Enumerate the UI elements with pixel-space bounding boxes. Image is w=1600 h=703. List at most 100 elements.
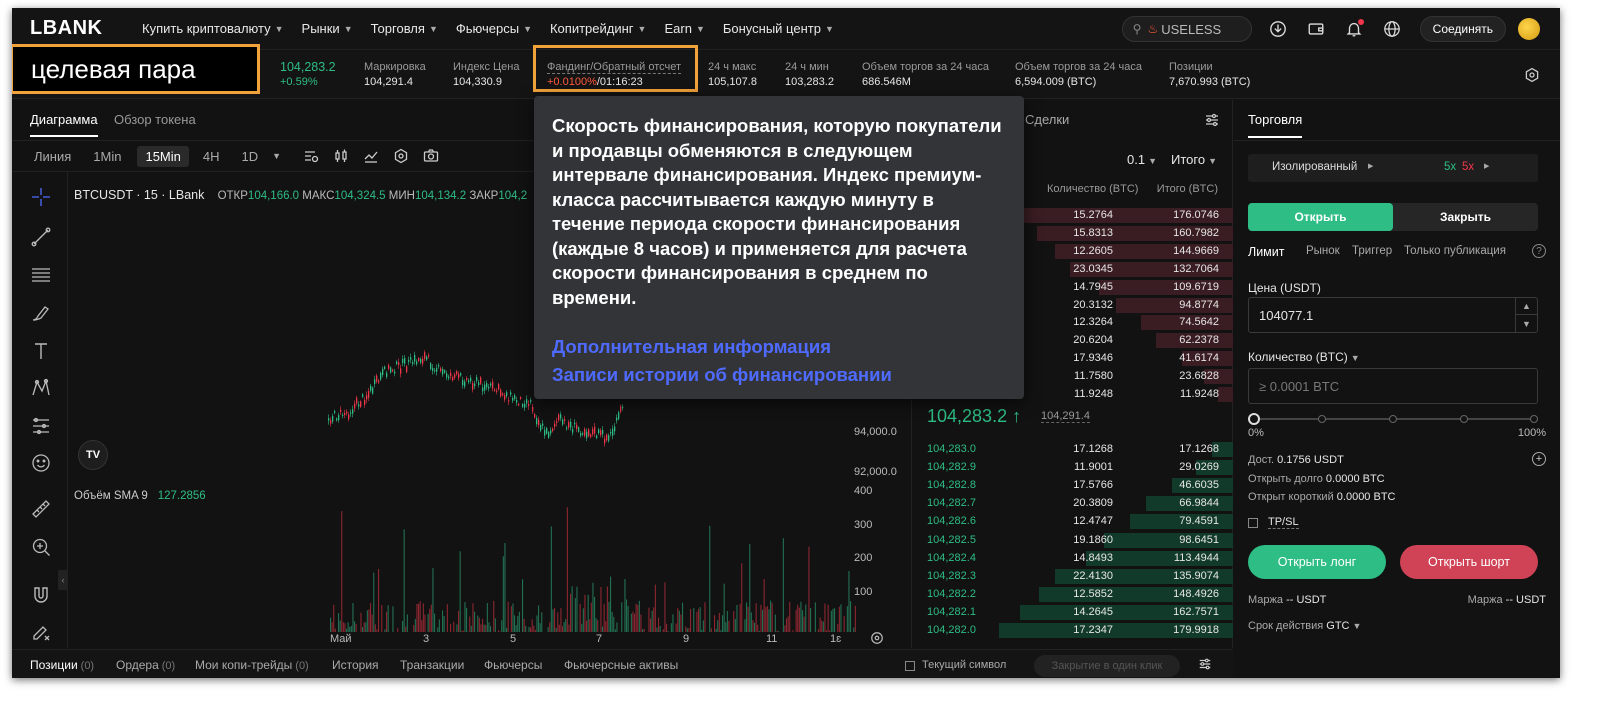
tpsl-label[interactable]: TP/SL xyxy=(1268,516,1299,529)
horizontal-lines-icon[interactable] xyxy=(30,264,52,286)
slider-handle[interactable] xyxy=(1248,413,1260,425)
globe-icon[interactable] xyxy=(1382,19,1402,39)
nav-buy-crypto[interactable]: Купить криптовалюту ▼ xyxy=(142,21,284,36)
trendline-icon[interactable] xyxy=(30,226,52,248)
nav-copytrading[interactable]: Копитрейдинг ▼ xyxy=(550,21,646,36)
funding-history-link[interactable]: Записи истории об финансировании xyxy=(552,361,1006,389)
chart-style-icon[interactable] xyxy=(363,148,379,164)
bid-row[interactable]: 104,282.5 19.1860 98.6451 xyxy=(913,532,1233,549)
order-type-trigger[interactable]: Триггер xyxy=(1352,245,1392,257)
help-icon[interactable]: ? xyxy=(1532,244,1546,258)
open-long-button[interactable]: Открыть лонг xyxy=(1248,545,1386,579)
leverage-short[interactable]: 5x xyxy=(1462,161,1474,173)
more-info-link[interactable]: Дополнительная информация xyxy=(552,333,1006,361)
slider-step[interactable] xyxy=(1460,415,1468,423)
trade-title[interactable]: Торговля xyxy=(1248,112,1303,138)
camera-icon[interactable] xyxy=(423,148,439,164)
bid-row[interactable]: 104,282.4 14.8493 113.4944 xyxy=(913,550,1233,567)
nav-trade[interactable]: Торговля ▼ xyxy=(371,21,438,36)
indicator-icon[interactable] xyxy=(303,148,319,164)
text-tool-icon[interactable] xyxy=(30,340,52,362)
bid-row[interactable]: 104,282.8 17.5766 46.6035 xyxy=(913,477,1233,494)
time-in-force[interactable]: Срок действия GTC ▼ xyxy=(1248,620,1361,632)
bid-row[interactable]: 104,282.2 12.5852 148.4926 xyxy=(913,586,1233,603)
slider-step[interactable] xyxy=(1318,415,1326,423)
bid-row[interactable]: 104,283.0 17.1268 17.1268 xyxy=(913,441,1233,458)
tf-1min[interactable]: 1Min xyxy=(93,149,121,164)
current-symbol-checkbox[interactable] xyxy=(905,661,915,671)
chart-axis-settings-icon[interactable] xyxy=(870,631,884,650)
tpsl-checkbox[interactable] xyxy=(1248,518,1258,528)
zoom-in-icon[interactable] xyxy=(30,536,52,558)
lbank-logo[interactable]: LBANK xyxy=(30,17,142,40)
quantity-input[interactable]: ≥ 0.0001 BTC xyxy=(1248,368,1538,404)
bid-row[interactable]: 104,282.0 17.2347 179.9918 xyxy=(913,622,1233,639)
stepper-up-icon[interactable]: ▲ xyxy=(1515,298,1537,315)
ruler-icon[interactable] xyxy=(30,498,52,520)
close-tab-button[interactable]: Закрыть xyxy=(1393,203,1538,231)
current-symbol-label[interactable]: Текущий символ xyxy=(922,659,1006,671)
brush-icon[interactable] xyxy=(30,302,52,324)
margin-mode[interactable]: Изолированный xyxy=(1272,161,1357,173)
precision-select[interactable]: 0.1 ▼ xyxy=(1127,152,1157,167)
pattern-icon[interactable] xyxy=(30,377,52,399)
nav-markets[interactable]: Рынки ▼ xyxy=(302,21,353,36)
emoji-icon[interactable] xyxy=(30,452,52,474)
tab-history[interactable]: История xyxy=(332,658,379,672)
settings-hex-icon[interactable] xyxy=(1524,67,1540,88)
tf-line[interactable]: Линия xyxy=(34,149,71,164)
tab-positions[interactable]: Позиции (0) xyxy=(30,658,94,672)
order-type-market[interactable]: Рынок xyxy=(1306,245,1340,257)
tab-orders[interactable]: Ордера (0) xyxy=(116,658,175,672)
order-type-limit[interactable]: Лимит xyxy=(1248,245,1285,259)
plus-icon[interactable]: + xyxy=(1532,452,1546,466)
tab-token-overview[interactable]: Обзор токена xyxy=(114,112,196,127)
tab-trades[interactable]: Сделки xyxy=(1025,112,1069,127)
nav-earn[interactable]: Earn ▼ xyxy=(664,21,704,36)
bid-row[interactable]: 104,282.1 14.2645 162.7571 xyxy=(913,604,1233,621)
candle-type-icon[interactable] xyxy=(333,148,349,164)
tab-my-copy-trades[interactable]: Мои копи-трейды (0) xyxy=(195,658,309,672)
nav-futures[interactable]: Фьючерсы ▼ xyxy=(456,21,532,36)
bell-icon[interactable] xyxy=(1344,19,1364,39)
close-all-button[interactable]: Закрытие в один клик xyxy=(1034,655,1180,677)
slider-step[interactable] xyxy=(1389,415,1397,423)
avatar[interactable] xyxy=(1518,18,1540,40)
sliders-icon[interactable] xyxy=(1198,657,1212,676)
bid-row[interactable]: 104,282.9 11.9001 29.0269 xyxy=(913,459,1233,476)
open-short-button[interactable]: Открыть шорт xyxy=(1400,545,1538,579)
price-input[interactable]: 104077.1 ▲ ▼ xyxy=(1248,297,1538,333)
slider-step[interactable] xyxy=(1530,415,1538,423)
tab-futures-assets[interactable]: Фьючерсные активы xyxy=(564,658,678,672)
quantity-label[interactable]: Количество (BTC) ▼ xyxy=(1248,350,1360,364)
sliders-icon[interactable] xyxy=(1204,112,1220,133)
total-mode-select[interactable]: Итого ▼ xyxy=(1171,152,1217,167)
order-type-post-only[interactable]: Только публикация xyxy=(1404,245,1506,257)
margin-leverage-row[interactable]: Изолированный ▶ 5x 5x ▶ xyxy=(1248,154,1538,182)
crosshair-icon[interactable] xyxy=(30,186,52,208)
wallet-icon[interactable] xyxy=(1306,19,1326,39)
tab-transactions[interactable]: Транзакции xyxy=(400,658,464,672)
tf-15min[interactable]: 15Min xyxy=(137,145,189,167)
bid-row[interactable]: 104,282.7 20.3809 66.9844 xyxy=(913,495,1233,512)
measure-icon[interactable] xyxy=(30,415,52,437)
tab-chart[interactable]: Диаграмма xyxy=(30,112,98,137)
nav-bonus-center[interactable]: Бонусный центр ▼ xyxy=(723,21,834,36)
bid-row[interactable]: 104,282.3 22.4130 135.9074 xyxy=(913,568,1233,585)
collapse-toolbar-handle[interactable]: ‹ xyxy=(58,570,68,590)
erase-drawings-icon[interactable] xyxy=(30,620,52,642)
bid-row[interactable]: 104,282.6 12.4747 79.4591 xyxy=(913,513,1233,530)
open-tab-button[interactable]: Открыть xyxy=(1248,203,1393,231)
download-icon[interactable] xyxy=(1268,19,1288,39)
tradingview-logo[interactable]: TV xyxy=(78,440,108,470)
tab-futures[interactable]: Фьючерсы xyxy=(484,658,542,672)
connect-button[interactable]: Соединять xyxy=(1419,16,1506,42)
tf-1d[interactable]: 1D xyxy=(242,149,259,164)
chart-settings-icon[interactable] xyxy=(393,148,409,164)
tf-4h[interactable]: 4H xyxy=(203,149,220,164)
leverage-long[interactable]: 5x xyxy=(1444,161,1456,173)
stepper-down-icon[interactable]: ▼ xyxy=(1515,315,1537,332)
quantity-slider[interactable] xyxy=(1248,413,1538,425)
search-input[interactable]: ⚲ ♨ USELESS xyxy=(1121,16,1252,42)
magnet-icon[interactable] xyxy=(30,584,52,606)
